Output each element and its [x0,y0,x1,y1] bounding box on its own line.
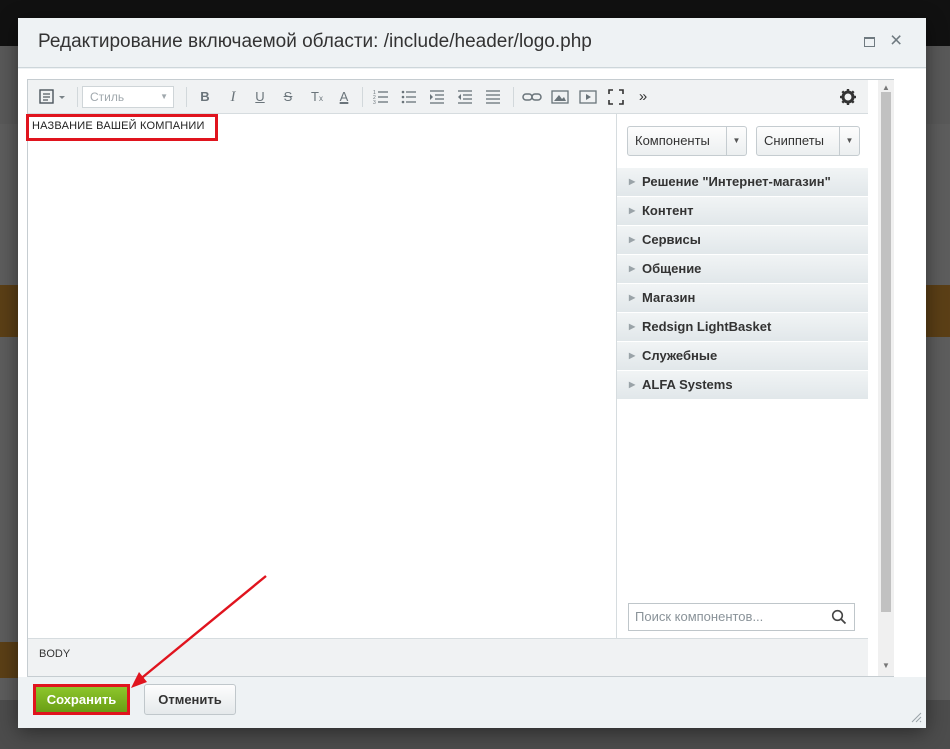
components-button-label: Компоненты [635,133,710,148]
chevron-down-icon: ▼ [160,92,168,101]
category-label: Магазин [642,290,696,305]
category-label: Общение [642,261,702,276]
search-placeholder: Поиск компонентов... [635,609,764,624]
chevron-right-icon: ▶ [629,322,636,331]
source-view-icon [39,89,65,104]
html-editor: Стиль ▼ B I U S Tx A 123 » НАЗВАНИЕ ВАШЕ… [26,79,894,677]
scroll-down-icon[interactable]: ▼ [882,661,890,670]
chevron-right-icon: ▶ [629,206,636,215]
cancel-button[interactable]: Отменить [144,684,236,715]
font-color-icon[interactable]: A [335,87,353,107]
resize-grip-icon[interactable] [911,712,922,723]
bold-icon[interactable]: B [196,87,214,107]
component-search-input[interactable]: Поиск компонентов... [628,603,855,631]
chevron-down-icon[interactable]: ▼ [726,127,746,155]
image-icon[interactable] [550,87,570,107]
outdent-icon[interactable] [455,87,475,107]
align-icon[interactable] [483,87,503,107]
video-icon[interactable] [578,87,598,107]
toolbar-separator [362,87,363,107]
chevron-right-icon: ▶ [629,264,636,273]
search-icon[interactable] [831,609,847,625]
category-label: Контент [642,203,694,218]
editor-content-area[interactable]: НАЗВАНИЕ ВАШЕЙ КОМПАНИИ [26,114,616,638]
chevron-down-icon[interactable]: ▼ [839,127,859,155]
snippets-button[interactable]: Сниппеты ▼ [756,126,860,156]
clear-format-icon[interactable]: Tx [307,87,327,107]
editor-status-bar: BODY [28,638,868,676]
strikethrough-icon[interactable]: S [279,87,297,107]
indent-icon[interactable] [427,87,447,107]
unordered-list-icon[interactable] [399,87,419,107]
view-mode-dropdown[interactable] [34,86,72,108]
category-item[interactable]: ▶ Служебные [617,342,868,371]
category-item[interactable]: ▶ ALFA Systems [617,371,868,400]
toolbar-separator [186,87,187,107]
category-item[interactable]: ▶ Контент [617,197,868,226]
fullscreen-icon[interactable] [606,87,626,107]
company-name-text[interactable]: НАЗВАНИЕ ВАШЕЙ КОМПАНИИ [32,120,205,132]
link-icon[interactable] [521,87,543,107]
chevron-right-icon: ▶ [629,351,636,360]
chevron-right-icon: ▶ [629,235,636,244]
components-panel: Компоненты ▼ Сниппеты ▼ ▶ Решение "Интерн… [617,114,868,638]
toolbar-separator [513,87,514,107]
category-item[interactable]: ▶ Сервисы [617,226,868,255]
save-button[interactable]: Сохранить [33,684,130,715]
gear-icon[interactable] [838,87,858,107]
components-button[interactable]: Компоненты ▼ [627,126,747,156]
toolbar-separator [77,87,78,107]
italic-icon[interactable]: I [224,87,242,107]
style-select-value: Стиль [90,90,125,104]
category-label: Решение "Интернет-магазин" [642,174,831,189]
style-select[interactable]: Стиль ▼ [82,86,174,108]
category-label: Служебные [642,348,718,363]
dialog-title: Редактирование включаемой области: /incl… [38,31,592,52]
chevron-right-icon: ▶ [629,380,636,389]
dialog-titlebar[interactable]: Редактирование включаемой области: /incl… [18,18,926,68]
svg-text:3: 3 [373,100,376,106]
category-item[interactable]: ▶ Общение [617,255,868,284]
category-item[interactable]: ▶ Магазин [617,284,868,313]
underline-icon[interactable]: U [251,87,269,107]
category-item[interactable]: ▶ Решение "Интернет-магазин" [617,168,868,197]
more-tools-icon[interactable]: » [634,87,652,107]
editor-toolbar: Стиль ▼ B I U S Tx A 123 » [28,80,868,114]
scroll-up-icon[interactable]: ▲ [882,83,890,92]
maximize-icon[interactable] [864,37,875,47]
category-item[interactable]: ▶ Redsign LightBasket [617,313,868,342]
element-path[interactable]: BODY [39,648,70,660]
chevron-right-icon: ▶ [629,177,636,186]
category-label: Redsign LightBasket [642,319,772,334]
component-category-list: ▶ Решение "Интернет-магазин" ▶ Контент ▶ Се… [617,168,868,400]
snippets-button-label: Сниппеты [764,133,825,148]
category-label: ALFA Systems [642,377,733,392]
ordered-list-icon[interactable]: 123 [371,87,391,107]
close-icon[interactable]: × [890,30,902,52]
vertical-scrollbar[interactable]: ▲ ▼ [878,80,894,676]
category-label: Сервисы [642,232,701,247]
chevron-right-icon: ▶ [629,293,636,302]
scrollbar-thumb[interactable] [881,92,891,612]
